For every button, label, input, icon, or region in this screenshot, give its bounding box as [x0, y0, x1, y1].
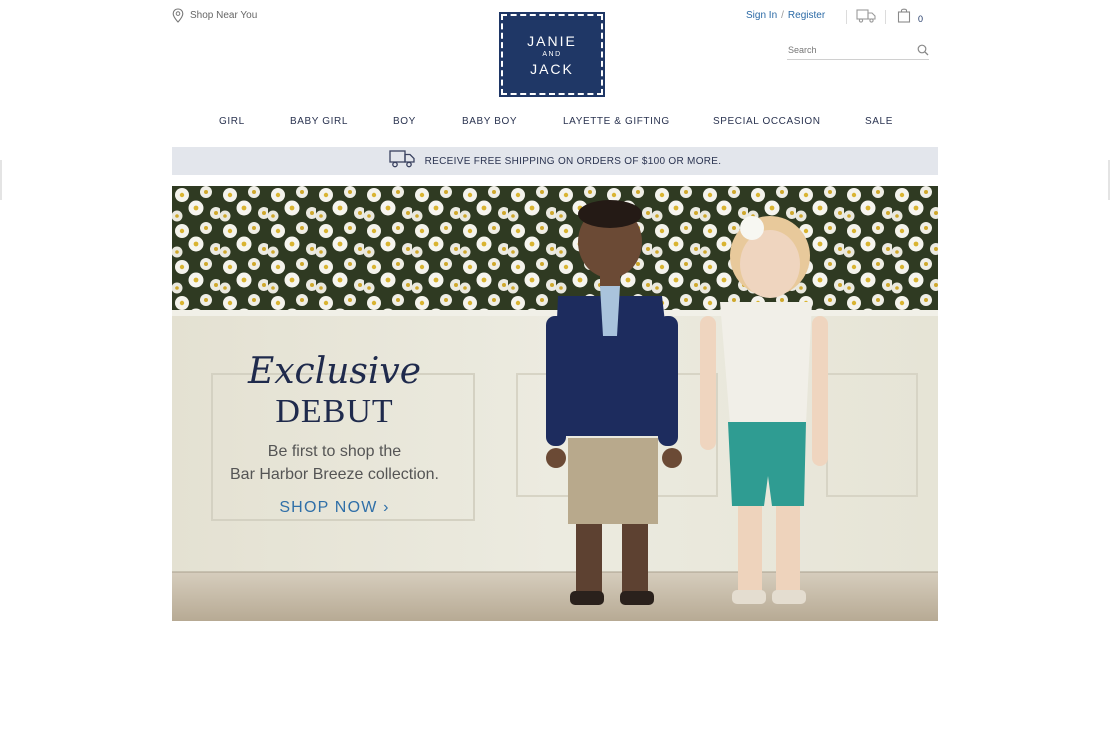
nav-item-sale[interactable]: SALE — [865, 116, 893, 127]
hero-banner[interactable]: Exclusive DEBUT Be first to shop the Bar… — [172, 186, 938, 621]
hero-title: DEBUT — [275, 393, 394, 430]
truck-icon[interactable] — [856, 9, 876, 28]
search-icon[interactable] — [917, 43, 929, 61]
nav-item-baby-boy[interactable]: BABY BOY — [462, 116, 517, 127]
nav-item-boy[interactable]: BOY — [393, 116, 416, 127]
header-divider — [846, 10, 847, 24]
nav-item-baby-girl[interactable]: BABY GIRL — [290, 116, 348, 127]
free-shipping-text: RECEIVE FREE SHIPPING ON ORDERS OF $100 … — [424, 155, 722, 167]
janie-and-jack-logo[interactable]: JANIE AND JACK — [499, 12, 605, 97]
search-input[interactable] — [787, 41, 906, 59]
hero-script-title: Exclusive — [247, 351, 422, 392]
nav-item-special-occasion[interactable]: SPECIAL OCCASION — [713, 116, 821, 127]
page: Shop Near You JANIE AND JACK Sign In / Reg… — [0, 0, 1110, 750]
account-links: Sign In / Register — [746, 10, 825, 21]
main-nav: GIRL BABY GIRL BOY BABY BOY LAYETTE & GI… — [172, 116, 938, 132]
register-link[interactable]: Register — [788, 10, 825, 21]
shop-near-you-label: Shop Near You — [190, 10, 258, 21]
hero-subtitle-line-1: Be first to shop the — [267, 443, 402, 460]
truck-icon — [389, 149, 415, 173]
bag-count: 0 — [918, 14, 924, 24]
nav-item-layette-gifting[interactable]: LAYETTE & GIFTING — [563, 116, 670, 127]
header-divider — [885, 10, 886, 24]
search-box — [787, 40, 929, 60]
logo-line-3: JACK — [530, 60, 574, 77]
map-pin-icon — [172, 8, 184, 23]
nav-item-girl[interactable]: GIRL — [219, 116, 245, 127]
shop-now-link[interactable]: SHOP NOW › — [279, 499, 389, 517]
free-shipping-banner[interactable]: RECEIVE FREE SHIPPING ON ORDERS OF $100 … — [172, 147, 938, 175]
logo-line-1: JANIE — [527, 32, 577, 49]
hero-subtitle: Be first to shop the Bar Harbor Breeze c… — [202, 440, 467, 486]
shop-near-you-link[interactable]: Shop Near You — [172, 8, 257, 23]
logo-line-2: AND — [542, 50, 562, 58]
left-edge-mark — [0, 160, 2, 200]
shopping-bag-icon[interactable] — [897, 7, 911, 28]
sign-in-link[interactable]: Sign In — [746, 10, 777, 21]
account-separator: / — [781, 10, 784, 21]
hero-copy: Exclusive DEBUT Be first to shop the Bar… — [202, 352, 467, 517]
hero-subtitle-line-2: Bar Harbor Breeze collection. — [230, 466, 439, 483]
